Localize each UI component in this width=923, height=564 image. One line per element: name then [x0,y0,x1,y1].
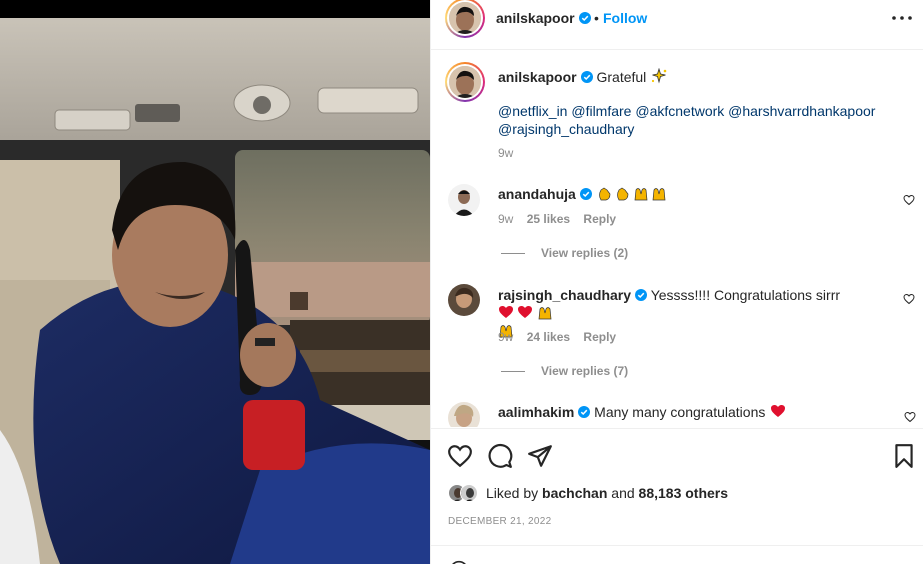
view-replies-button[interactable]: View replies (7) [501,364,628,378]
author-username-text: anilskapoor [496,10,575,26]
likes-prefix: Liked by [486,485,539,501]
post-photo[interactable] [0,0,430,564]
comment-meta: 9w 24 likes Reply [498,330,626,344]
post-photo-image [0,0,430,564]
view-replies-button[interactable]: View replies (2) [501,246,628,260]
liker-avatar [460,484,478,502]
verified-badge-icon [578,406,591,418]
share-paper-plane-icon[interactable] [527,443,553,469]
comment-body: Many many congratulations [594,404,766,420]
verified-badge-icon [635,289,648,301]
comment-body: Yessss!!!! Congratulations sirrr [650,287,841,303]
save-bookmark-icon[interactable] [891,443,917,469]
add-comment-bar [431,545,923,564]
comment-username[interactable]: aalimhakim [498,404,574,420]
reply-button[interactable]: Reply [583,212,616,226]
post-detail-panel: anilskapoor • Follow anilskapoor Gratefu… [430,0,923,564]
comment-avatar-image [448,184,480,216]
more-options-icon[interactable] [890,10,914,26]
caption-text: Grateful [596,69,647,85]
post-date: DECEMBER 21, 2022 [448,516,552,527]
comment-username[interactable]: rajsingh_chaudhary [498,287,631,303]
comment-username[interactable]: anandahuja [498,186,576,202]
post-actions-bar [431,428,923,482]
post-header: anilskapoor • Follow [431,0,923,50]
verified-badge-icon [578,12,591,24]
hearts-raised-hands-emojis [499,306,552,320]
liker-avatars[interactable] [448,484,478,502]
heart-emoji [771,405,786,417]
liker-username[interactable]: bachchan [542,485,607,501]
like-heart-icon[interactable] [447,443,473,469]
comment-text-aalimhakim: aalimhakim Many many congratulations [498,403,888,421]
caption-username[interactable]: anilskapoor [498,69,577,85]
likes-summary: Liked by bachchan and 88,183 others [448,484,728,502]
like-comment-heart-icon[interactable] [903,293,915,305]
separator-dot: • [594,10,599,26]
comment-bubble-icon[interactable] [487,443,513,469]
follow-button[interactable]: Follow [603,10,647,26]
caption-author-avatar-image [449,66,481,98]
likes-and: and [611,485,635,501]
likes-text: Liked by bachchan and 88,183 others [486,485,728,501]
comment-meta: 9w 25 likes Reply [498,212,626,226]
like-comment-heart-icon[interactable] [904,411,916,423]
comment-likes[interactable]: 25 likes [527,212,570,226]
reply-button[interactable]: Reply [583,330,616,344]
author-avatar[interactable] [445,0,485,38]
author-username[interactable]: anilskapoor [496,10,591,26]
comment-likes[interactable]: 24 likes [527,330,570,344]
like-comment-heart-icon[interactable] [903,194,915,206]
comment-avatar-image [448,284,480,316]
verified-badge-icon [580,71,593,83]
comment-avatar-anandahuja[interactable] [448,184,480,216]
emoji-picker-icon[interactable] [449,560,469,564]
verified-badge-icon [579,188,592,200]
author-avatar-image [449,2,481,34]
comment-row-aalimhakim: aalimhakim Many many congratulations [431,396,923,427]
comment-text-anandahuja: anandahuja [498,185,888,203]
caption-line: anilskapoor Grateful [498,68,668,85]
caption-mentions[interactable]: @netflix_in @filmfare @akfcnetwork @hars… [498,102,898,138]
clap-raised-hands-emojis [598,187,666,201]
likes-count[interactable]: 88,183 others [639,485,729,501]
sparkle-trophy-emoji [652,68,667,84]
caption-timestamp: 9w [498,146,514,160]
comment-time: 9w [498,212,514,226]
comment-avatar-rajsingh[interactable] [448,284,480,316]
comment-avatar-aalimhakim[interactable] [448,402,480,427]
comment-time: 9w [498,330,514,344]
comment-avatar-image [448,402,480,427]
caption-author-avatar[interactable] [445,62,485,102]
